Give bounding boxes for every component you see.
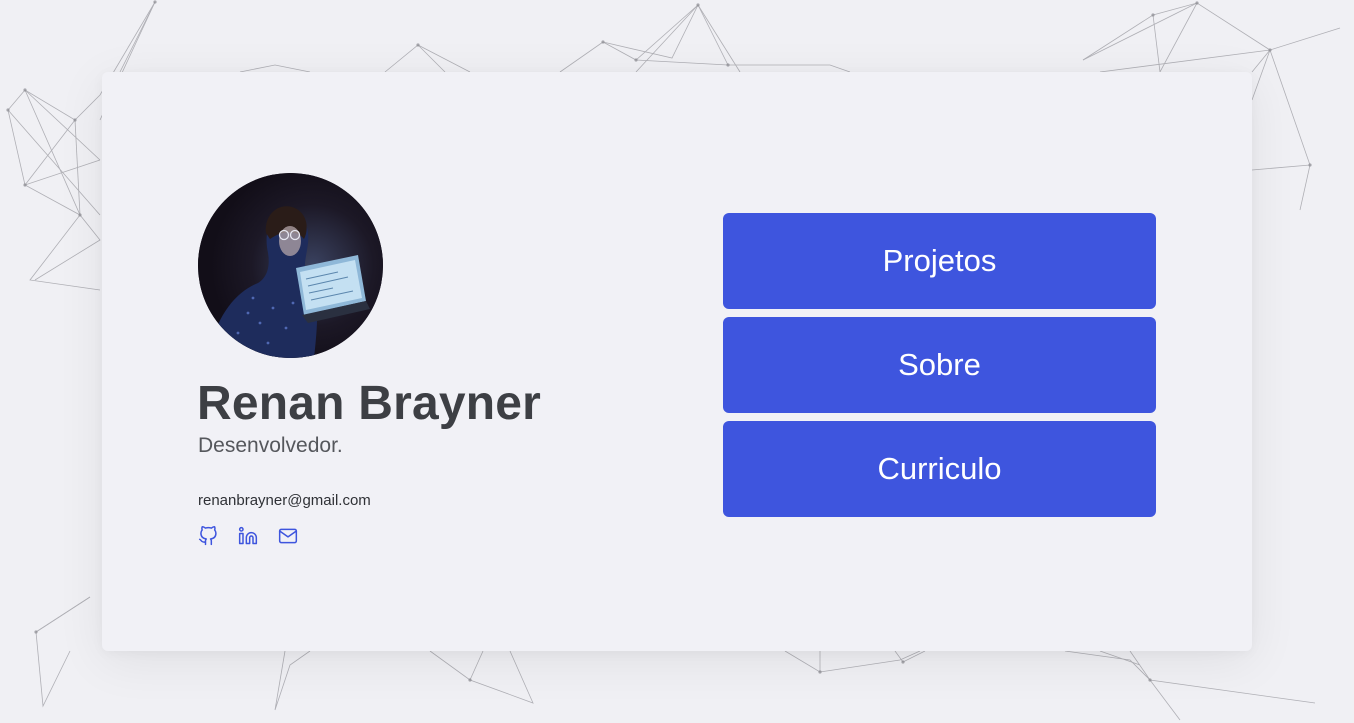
mail-icon (278, 528, 298, 544)
avatar-photo (198, 173, 383, 358)
projects-button[interactable]: Projetos (723, 213, 1156, 309)
profile-email: renanbrayner@gmail.com (198, 492, 371, 509)
avatar (198, 173, 383, 358)
main-nav: Projetos Sobre Curriculo (723, 213, 1156, 517)
linkedin-link[interactable] (238, 526, 258, 546)
linkedin-icon (238, 526, 258, 545)
resume-button[interactable]: Curriculo (723, 421, 1156, 517)
social-links (198, 526, 298, 546)
profile-role: Desenvolvedor. (198, 434, 343, 457)
about-button[interactable]: Sobre (723, 317, 1156, 413)
github-link[interactable] (198, 526, 218, 546)
profile-name: Renan Brayner (197, 377, 542, 430)
github-icon (198, 526, 217, 546)
profile-card: Renan Brayner Desenvolvedor. renanbrayne… (102, 72, 1252, 651)
mail-link[interactable] (278, 526, 298, 546)
